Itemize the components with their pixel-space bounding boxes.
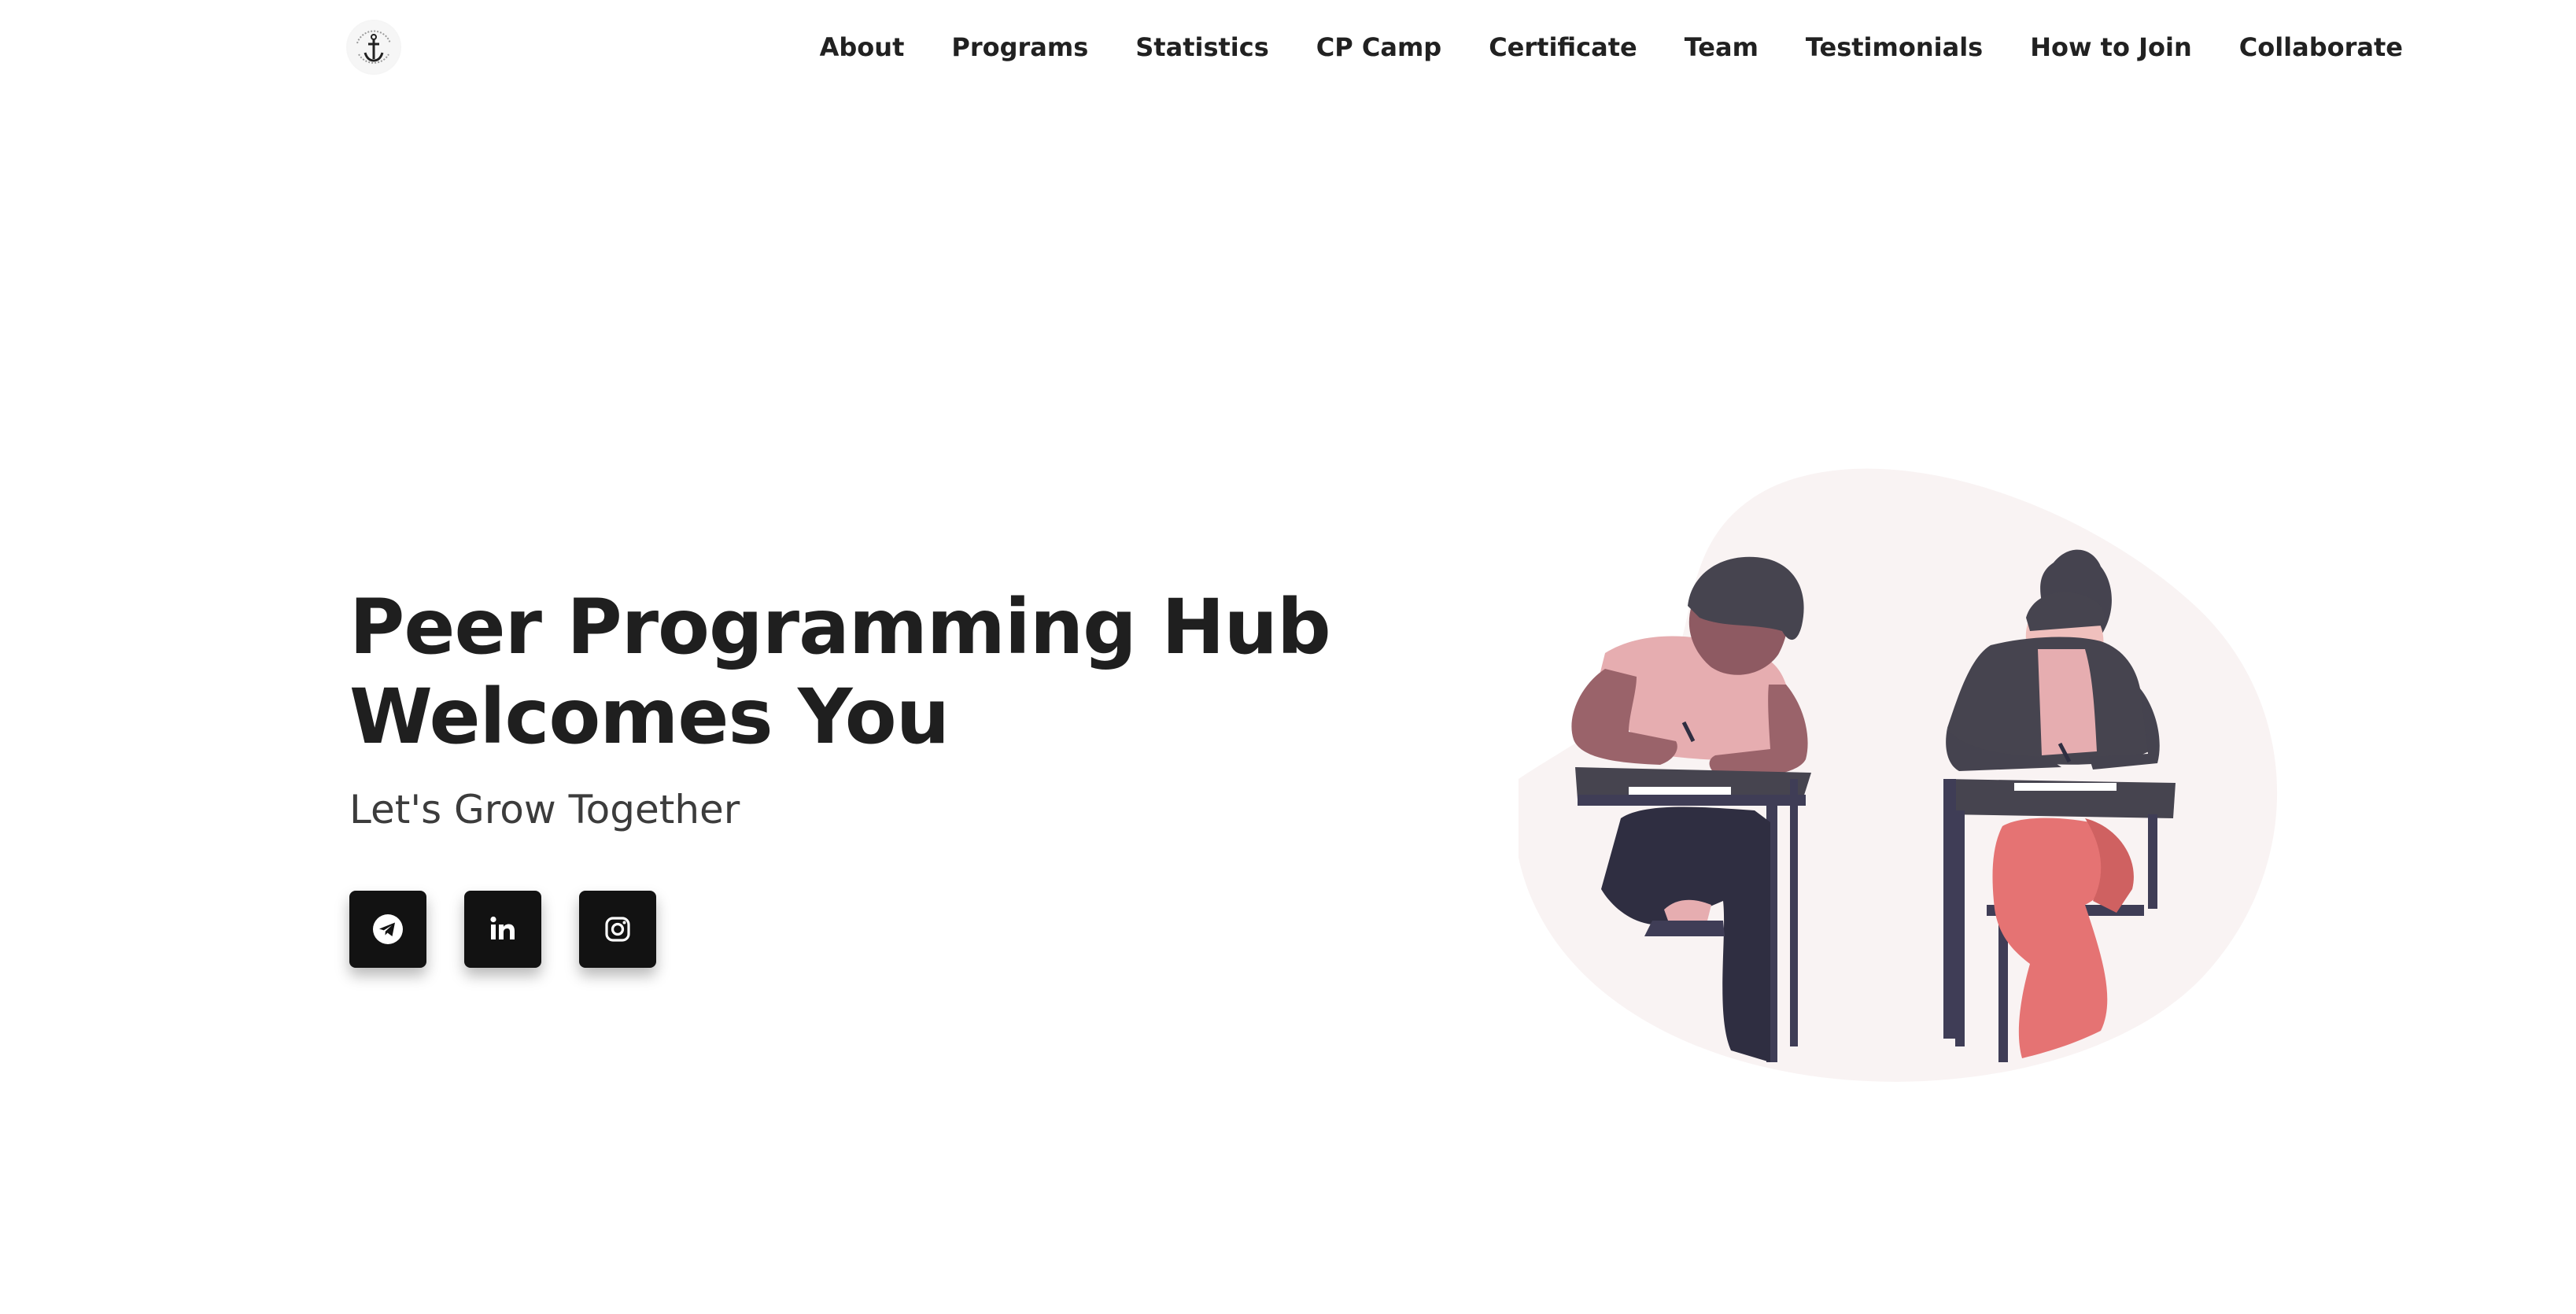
navbar: About Programs Statistics CP Camp Certif… [0,0,2576,94]
telegram-button[interactable] [349,891,426,968]
nav-cp-camp[interactable]: CP Camp [1316,28,1441,66]
hero-section: Peer Programming Hub Welcomes You Let's … [349,582,1372,836]
instagram-icon [605,917,630,942]
nav-programs[interactable]: Programs [951,28,1088,66]
nav-about[interactable]: About [820,28,905,66]
nav-team[interactable]: Team [1685,28,1759,66]
main-nav: About Programs Statistics CP Camp Certif… [820,28,2403,66]
hero-subtitle: Let's Grow Together [349,787,740,832]
linkedin-icon [490,916,515,939]
nav-certificate[interactable]: Certificate [1489,28,1637,66]
students-writing-exam-illustration [1519,448,2321,1102]
hero-title-line-2: Welcomes You [349,673,950,761]
nav-testimonials[interactable]: Testimonials [1806,28,1983,66]
telegram-icon [373,914,403,944]
nav-statistics[interactable]: Statistics [1135,28,1269,66]
site-logo[interactable] [346,20,401,75]
nav-how-to-join[interactable]: How to Join [2030,28,2192,66]
social-links [349,891,656,968]
anchor-logo-icon [348,21,400,73]
instagram-button[interactable] [579,891,656,968]
linkedin-button[interactable] [464,891,541,968]
hero-title: Peer Programming Hub Welcomes You [349,582,1372,762]
nav-collaborate[interactable]: Collaborate [2239,28,2403,66]
hero-title-line-1: Peer Programming Hub [349,583,1331,671]
